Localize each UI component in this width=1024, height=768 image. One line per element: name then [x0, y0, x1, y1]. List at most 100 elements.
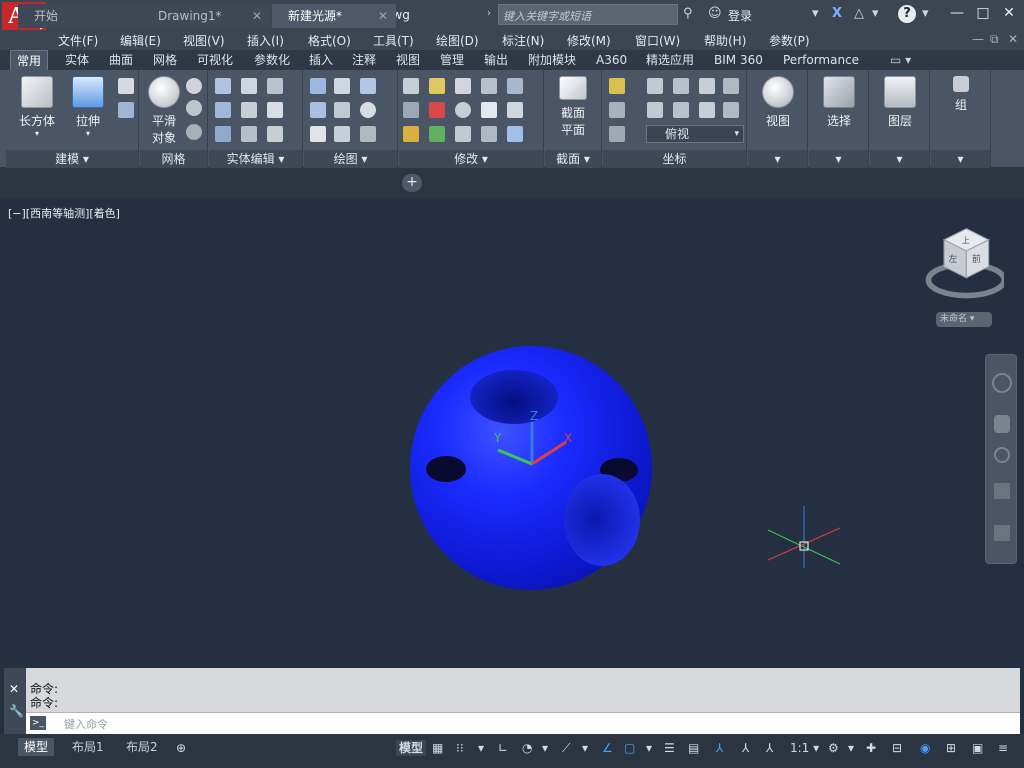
extrude-faces-icon[interactable]: [267, 102, 283, 118]
orbit-icon[interactable]: [994, 483, 1010, 499]
trim-icon[interactable]: [481, 126, 497, 142]
erase-icon[interactable]: [403, 78, 419, 94]
binoculars-icon[interactable]: ⚲: [683, 6, 693, 21]
search-expand-icon[interactable]: ›: [487, 8, 491, 19]
panel-title-mesh[interactable]: 网格: [140, 150, 207, 168]
menu-dimension[interactable]: 标注(N): [502, 32, 544, 49]
ucs-origin-icon[interactable]: [673, 78, 689, 94]
layout-tab-2[interactable]: 布局2: [120, 738, 164, 756]
object-snap-icon[interactable]: ▢: [624, 740, 635, 756]
doc-tab-drawing1[interactable]: Drawing1* ✕: [142, 4, 270, 28]
tab-manage[interactable]: 管理: [434, 50, 470, 70]
separate-icon[interactable]: [267, 126, 283, 142]
ribbon-minimize-icon[interactable]: ▭ ▾: [884, 50, 917, 70]
menu-edit[interactable]: 编辑(E): [120, 32, 161, 49]
transparency-icon[interactable]: ▤: [688, 740, 699, 756]
panel-title-solid-edit[interactable]: 实体编辑 ▾: [209, 150, 302, 168]
view-combo[interactable]: 俯视 ▾: [646, 125, 744, 143]
help-dropdown-icon[interactable]: ▾: [922, 6, 929, 21]
array-icon[interactable]: [507, 126, 523, 142]
polyline-icon[interactable]: [310, 78, 326, 94]
ucs-world-icon[interactable]: [647, 78, 663, 94]
doc-tab-start[interactable]: 开始: [18, 4, 148, 28]
doc-minimize-icon[interactable]: —: [972, 32, 984, 46]
tab-annotate[interactable]: 注释: [346, 50, 382, 70]
mesh-refine-icon[interactable]: [186, 124, 202, 140]
move-icon[interactable]: [455, 78, 471, 94]
panel-groups-dropdown-icon[interactable]: ▾: [931, 150, 990, 168]
doc-restore-icon[interactable]: ⧉: [990, 32, 999, 47]
ucs-view-icon[interactable]: [647, 102, 663, 118]
snap-dropdown-icon[interactable]: ▾: [478, 740, 484, 756]
menu-tools[interactable]: 工具(T): [373, 32, 414, 49]
close-tab-icon[interactable]: ✕: [252, 4, 262, 28]
viewport-controls-label[interactable]: [−][西南等轴测][着色]: [8, 205, 120, 221]
annotation-scale-icon[interactable]: ⅄: [766, 740, 773, 756]
panel-title-coordinates[interactable]: 坐标: [603, 150, 746, 168]
panel-selection-dropdown-icon[interactable]: ▾: [809, 150, 868, 168]
menu-format[interactable]: 格式(O): [308, 32, 351, 49]
mesh-smooth-less-icon[interactable]: [186, 100, 202, 116]
3d-move-icon[interactable]: [429, 78, 445, 94]
close-command-icon[interactable]: ✕: [9, 682, 19, 696]
helix-icon[interactable]: [334, 78, 350, 94]
isodraft-dropdown-icon[interactable]: ▾: [582, 740, 588, 756]
polar-icon[interactable]: ◔: [522, 740, 532, 756]
plus-icon[interactable]: ✚: [866, 740, 876, 756]
ucs-z-icon[interactable]: [723, 102, 739, 118]
workspace-gear-icon[interactable]: ⚙: [828, 740, 839, 756]
subtract-icon[interactable]: [215, 102, 231, 118]
steering-wheel-icon[interactable]: [992, 373, 1012, 393]
doc-close-icon[interactable]: ✕: [1008, 32, 1018, 46]
3d-rotate-icon[interactable]: [429, 102, 445, 118]
showmotion-icon[interactable]: [994, 525, 1010, 541]
presspull-icon[interactable]: [118, 78, 134, 94]
mirror-icon[interactable]: [507, 78, 523, 94]
exchange-icon[interactable]: X: [832, 6, 842, 21]
snap-icon[interactable]: ⁝⁝: [456, 740, 464, 756]
menu-insert[interactable]: 插入(I): [247, 32, 284, 49]
group-button[interactable]: 组: [939, 76, 983, 113]
menu-parameters[interactable]: 参数(P): [769, 32, 810, 49]
tab-visualize[interactable]: 可视化: [191, 50, 239, 70]
customize-icon[interactable]: ≡: [998, 740, 1008, 756]
ucs-object-icon[interactable]: [673, 102, 689, 118]
stretch-icon[interactable]: [481, 102, 497, 118]
circle-icon[interactable]: [360, 102, 376, 118]
tab-solid[interactable]: 实体: [59, 50, 95, 70]
ortho-icon[interactable]: ∟: [498, 740, 508, 756]
ucs-icon[interactable]: [609, 78, 625, 94]
offset-icon[interactable]: [455, 126, 471, 142]
menu-draw[interactable]: 绘图(D): [436, 32, 479, 49]
selection-button[interactable]: 选择: [817, 76, 861, 129]
viewcube[interactable]: 上 左 前: [922, 222, 1004, 300]
polar-dropdown-icon[interactable]: ▾: [542, 740, 548, 756]
fillet-edge-icon[interactable]: [241, 78, 257, 94]
layout-tab-model[interactable]: 模型: [18, 738, 55, 756]
tab-view[interactable]: 视图: [390, 50, 426, 70]
close-icon[interactable]: ✕: [998, 5, 1020, 21]
extract-edges-icon[interactable]: [267, 78, 283, 94]
extrude-button[interactable]: 拉伸 ▾: [66, 76, 110, 138]
solid-history-icon[interactable]: [118, 102, 134, 118]
tab-home[interactable]: 常用: [10, 50, 49, 70]
add-layout-icon[interactable]: ⊕: [176, 740, 186, 756]
zoom-icon[interactable]: [994, 447, 1010, 463]
view-button[interactable]: 视图: [756, 76, 800, 129]
section-plane-button[interactable]: 截面 平面: [551, 76, 595, 138]
mesh-smooth-more-icon[interactable]: [186, 78, 202, 94]
line-icon[interactable]: [334, 102, 350, 118]
isodraft-icon[interactable]: ⟋: [562, 740, 570, 756]
menu-window[interactable]: 窗口(W): [635, 32, 680, 49]
panel-title-section[interactable]: 截面 ▾: [545, 150, 601, 168]
align-icon[interactable]: [403, 102, 419, 118]
object-snap-tracking-icon[interactable]: ∠: [602, 740, 613, 756]
command-prompt-icon[interactable]: >_: [30, 716, 46, 730]
a360-icon[interactable]: △: [854, 6, 864, 21]
login-link[interactable]: 登录: [728, 7, 752, 24]
ucs-y-icon[interactable]: [723, 78, 739, 94]
tab-bim360[interactable]: BIM 360: [708, 50, 769, 70]
slice-icon[interactable]: [241, 102, 257, 118]
tab-parametric[interactable]: 参数化: [248, 50, 296, 70]
hatch-icon[interactable]: [360, 126, 376, 142]
